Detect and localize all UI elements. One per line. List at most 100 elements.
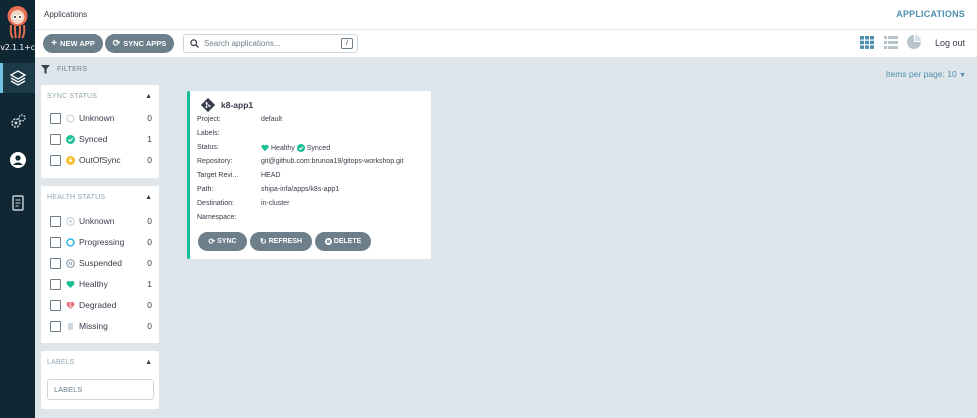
heart-icon bbox=[261, 144, 269, 152]
broken-heart-icon bbox=[66, 301, 75, 310]
sync-apps-label: SYNC APPS bbox=[123, 39, 167, 48]
arrow-circle-icon bbox=[66, 155, 75, 165]
field-value: default bbox=[261, 116, 283, 123]
filter-label: Suspended bbox=[79, 258, 123, 268]
gears-icon bbox=[10, 114, 26, 128]
check-circle-icon bbox=[66, 134, 75, 144]
filter-label: Synced bbox=[79, 134, 108, 144]
checkbox[interactable] bbox=[50, 278, 61, 290]
search-shortcut-hint: / bbox=[341, 38, 353, 49]
list-icon bbox=[884, 35, 898, 49]
items-per-page-label: Items per page: 10 bbox=[885, 69, 957, 79]
search-icon bbox=[190, 39, 199, 48]
health-status-panel: HEALTH STATUS ▲ Unknown 0 Progressing 0 … bbox=[41, 186, 159, 343]
filter-label: Progressing bbox=[79, 237, 125, 247]
pie-chart-icon bbox=[907, 35, 921, 49]
health-filter-healthy[interactable]: Healthy 1 bbox=[50, 277, 152, 291]
git-icon bbox=[201, 98, 215, 112]
collapse-icon[interactable]: ▲ bbox=[145, 194, 152, 201]
left-nav: v2.1.1+c bbox=[0, 0, 35, 418]
refresh-icon: ↻ bbox=[259, 237, 267, 246]
health-filter-unknown[interactable]: Unknown 0 bbox=[50, 214, 152, 228]
new-app-button[interactable]: + NEW APP bbox=[43, 34, 103, 53]
ghost-icon bbox=[66, 322, 75, 331]
field-value: git@github.com:brunoa19/gitops-workshop.… bbox=[261, 158, 404, 165]
filter-count: 0 bbox=[147, 300, 152, 310]
checkbox[interactable] bbox=[50, 133, 61, 145]
check-circle-icon bbox=[296, 144, 305, 152]
logout-link[interactable]: Log out bbox=[935, 38, 965, 48]
checkbox[interactable] bbox=[50, 257, 61, 269]
filter-count: 0 bbox=[147, 237, 152, 247]
sync-button[interactable]: ⟳ SYNC bbox=[198, 232, 247, 251]
health-filter-progressing[interactable]: Progressing 0 bbox=[50, 235, 152, 249]
breadcrumb[interactable]: Applications bbox=[44, 10, 87, 19]
sync-icon: ⟳ bbox=[208, 237, 216, 246]
nav-item-settings[interactable] bbox=[0, 107, 35, 137]
checkbox[interactable] bbox=[50, 112, 61, 124]
sync-filter-synced[interactable]: Synced 1 bbox=[50, 132, 152, 146]
new-app-label: NEW APP bbox=[60, 39, 95, 48]
sync-filter-outofsync[interactable]: OutOfSync 0 bbox=[50, 153, 152, 167]
filter-label: Healthy bbox=[79, 279, 108, 289]
field-key: Namespace: bbox=[197, 214, 237, 221]
filter-icon bbox=[41, 65, 50, 74]
health-status-text: Healthy bbox=[271, 144, 295, 152]
filter-label: Unknown bbox=[79, 113, 115, 123]
field-value: in-cluster bbox=[261, 200, 290, 207]
checkbox[interactable] bbox=[50, 154, 61, 166]
user-icon bbox=[9, 152, 26, 168]
filter-label: OutOfSync bbox=[79, 155, 121, 165]
health-filter-missing[interactable]: Missing 0 bbox=[50, 319, 152, 333]
layers-icon bbox=[9, 70, 26, 86]
filter-count: 0 bbox=[147, 258, 152, 268]
collapse-icon[interactable]: ▲ bbox=[145, 359, 152, 366]
delete-button[interactable]: DELETE bbox=[315, 232, 371, 251]
refresh-button[interactable]: ↻ REFRESH bbox=[250, 232, 312, 251]
collapse-icon[interactable]: ▲ bbox=[145, 93, 152, 100]
argo-logo-icon[interactable] bbox=[5, 5, 30, 39]
field-key: Path: bbox=[197, 186, 214, 193]
caret-down-icon: ▼ bbox=[959, 72, 966, 79]
list-view-button[interactable] bbox=[883, 34, 899, 50]
toolbar: + NEW APP ⟳ SYNC APPS / bbox=[35, 30, 977, 58]
filters-header: FILTERS bbox=[41, 65, 87, 74]
version-label: v2.1.1+c bbox=[0, 43, 35, 52]
app-name[interactable]: k8-app1 bbox=[221, 100, 253, 110]
field-key: Labels: bbox=[197, 130, 220, 137]
health-filter-degraded[interactable]: Degraded 0 bbox=[50, 298, 152, 312]
checkbox[interactable] bbox=[50, 215, 61, 227]
search-input[interactable] bbox=[204, 39, 334, 48]
checkbox[interactable] bbox=[50, 320, 61, 332]
page-title: APPLICATIONS bbox=[896, 9, 965, 19]
plus-icon: + bbox=[51, 38, 58, 49]
nav-item-applications[interactable] bbox=[0, 63, 35, 93]
checkbox[interactable] bbox=[50, 299, 61, 311]
pause-circle-icon bbox=[66, 258, 75, 268]
health-status-title: HEALTH STATUS bbox=[47, 194, 106, 201]
sync-filter-unknown[interactable]: Unknown 0 bbox=[50, 111, 152, 125]
summary-view-button[interactable] bbox=[906, 34, 922, 50]
sync-icon: ⟳ bbox=[112, 38, 121, 48]
labels-input[interactable]: LABELS bbox=[47, 379, 154, 400]
app-card[interactable]: k8-app1 Project: default Labels: Status:… bbox=[187, 91, 431, 259]
items-per-page-selector[interactable]: Items per page: 10 ▼ bbox=[886, 69, 966, 79]
sync-apps-button[interactable]: ⟳ SYNC APPS bbox=[105, 34, 174, 53]
field-key: Repository: bbox=[197, 158, 233, 165]
health-filter-suspended[interactable]: Suspended 0 bbox=[50, 256, 152, 270]
search-box[interactable]: / bbox=[183, 34, 358, 53]
field-key: Destination: bbox=[197, 200, 234, 207]
nav-item-user-info[interactable] bbox=[0, 145, 35, 175]
sync-status-text: Synced bbox=[306, 144, 331, 152]
filter-count: 0 bbox=[147, 321, 152, 331]
checkbox[interactable] bbox=[50, 236, 61, 248]
delete-button-label: DELETE bbox=[333, 238, 362, 245]
nav-item-docs[interactable] bbox=[0, 188, 35, 218]
field-key: Status: bbox=[197, 144, 219, 151]
sync-status-title: SYNC STATUS bbox=[47, 93, 98, 100]
filters-title: FILTERS bbox=[57, 66, 88, 73]
grid-icon bbox=[860, 35, 874, 49]
tiles-view-button[interactable] bbox=[859, 34, 875, 50]
filter-count: 0 bbox=[147, 155, 152, 165]
filter-count: 1 bbox=[147, 134, 152, 144]
